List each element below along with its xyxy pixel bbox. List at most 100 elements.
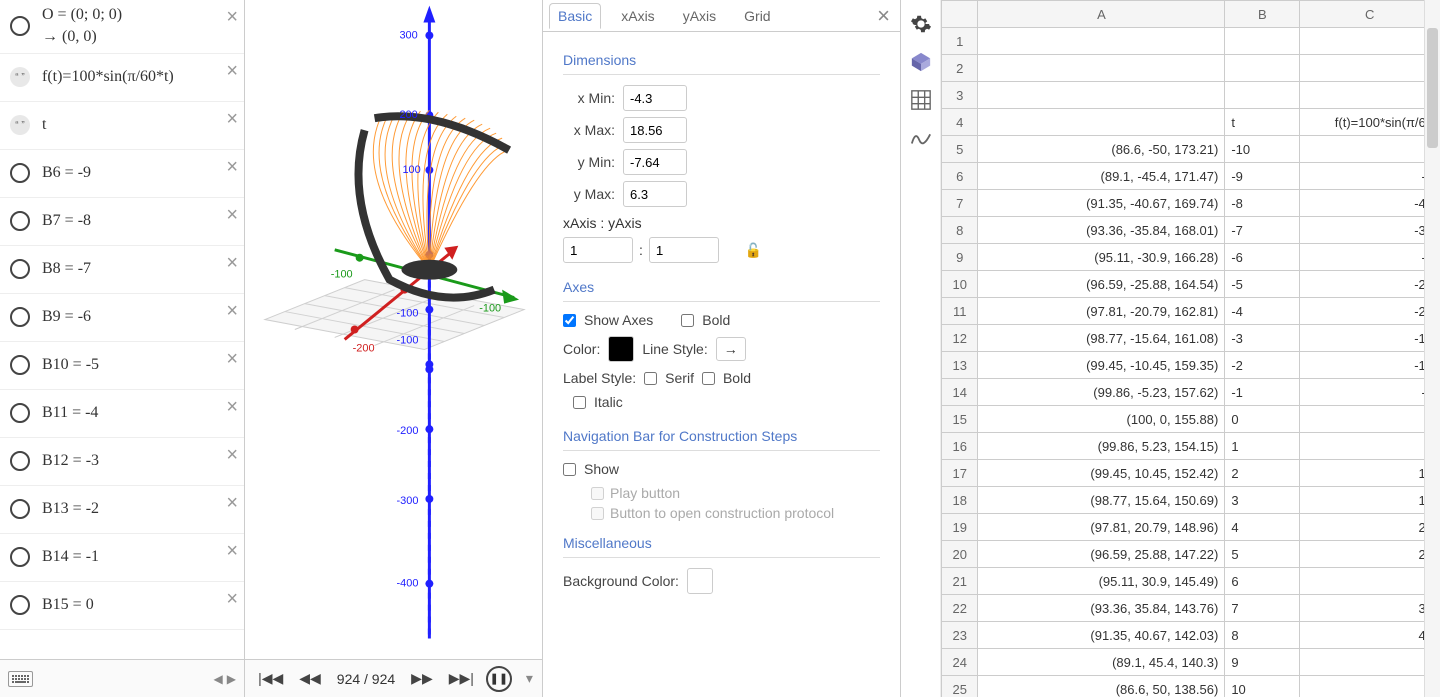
table-row[interactable]: 20(96.59, 25.88, 147.22)525 (942, 541, 1440, 568)
delete-icon[interactable]: × (226, 6, 238, 29)
nav-last-icon[interactable]: ▶▶| (445, 668, 478, 689)
delete-icon[interactable]: × (226, 156, 238, 179)
delete-icon[interactable]: × (226, 204, 238, 227)
cell[interactable]: (93.36, 35.84, 143.76) (978, 595, 1225, 622)
delete-icon[interactable]: × (226, 60, 238, 83)
algebra-item[interactable]: “ ”f(t)=100*sin(π/60*t)× (0, 54, 244, 102)
cell[interactable]: -7 (1225, 217, 1300, 244)
nav-rewind-icon[interactable]: ◀◀ (295, 668, 325, 689)
cell[interactable] (1225, 28, 1300, 55)
cell[interactable] (978, 55, 1225, 82)
col-header-b[interactable]: B (1225, 1, 1300, 28)
table-row[interactable]: 25(86.6, 50, 138.56)10 (942, 676, 1440, 697)
cell[interactable]: 40 (1300, 622, 1440, 649)
cell[interactable]: (95.11, -30.9, 166.28) (978, 244, 1225, 271)
col-header-a[interactable]: A (978, 1, 1225, 28)
cell[interactable]: 20 (1300, 514, 1440, 541)
cell[interactable]: -15 (1300, 325, 1440, 352)
row-header[interactable]: 3 (942, 82, 978, 109)
cell[interactable]: 15 (1300, 487, 1440, 514)
col-header-c[interactable]: C (1300, 1, 1440, 28)
visibility-circle-icon[interactable] (10, 403, 30, 423)
cell[interactable]: 4 (1225, 514, 1300, 541)
tab-basic[interactable]: Basic (549, 3, 601, 29)
cell[interactable]: -4 (1300, 163, 1440, 190)
table-row[interactable]: 3 (942, 82, 1440, 109)
3d-view-icon[interactable] (909, 50, 933, 74)
visibility-circle-icon[interactable] (10, 595, 30, 615)
ratio-y-input[interactable] (649, 237, 719, 263)
cell[interactable]: -1 (1225, 379, 1300, 406)
algebra-item[interactable]: B7 = -8× (0, 198, 244, 246)
row-header[interactable]: 5 (942, 136, 978, 163)
algebra-item[interactable]: B8 = -7× (0, 246, 244, 294)
table-row[interactable]: 7(91.35, -40.67, 169.74)-8-40 (942, 190, 1440, 217)
cell[interactable]: (96.59, 25.88, 147.22) (978, 541, 1225, 568)
cell[interactable] (1300, 28, 1440, 55)
cell[interactable]: (100, 0, 155.88) (978, 406, 1225, 433)
table-row[interactable]: 16(99.86, 5.23, 154.15)15 (942, 433, 1440, 460)
ratio-x-input[interactable] (563, 237, 633, 263)
table-row[interactable]: 19(97.81, 20.79, 148.96)420 (942, 514, 1440, 541)
lock-icon[interactable]: 🔓 (745, 242, 762, 259)
row-header[interactable]: 8 (942, 217, 978, 244)
cell[interactable]: 5 (1300, 433, 1440, 460)
cell[interactable]: 3 (1225, 487, 1300, 514)
spreadsheet-icon[interactable] (909, 88, 933, 112)
cell[interactable]: 10 (1225, 676, 1300, 697)
cell[interactable] (1225, 55, 1300, 82)
row-header[interactable]: 22 (942, 595, 978, 622)
xmax-input[interactable] (623, 117, 687, 143)
row-header[interactable]: 17 (942, 460, 978, 487)
cell[interactable]: -8 (1225, 190, 1300, 217)
cell[interactable]: -10 (1225, 136, 1300, 163)
spreadsheet-table[interactable]: A B C 1234tf(t)=100*sin(π/605(86.6, -50,… (941, 0, 1440, 697)
xmin-input[interactable] (623, 85, 687, 111)
table-row[interactable]: 23(91.35, 40.67, 142.03)840 (942, 622, 1440, 649)
cell[interactable]: (99.86, 5.23, 154.15) (978, 433, 1225, 460)
row-header[interactable]: 9 (942, 244, 978, 271)
tab-xaxis[interactable]: xAxis (613, 4, 662, 28)
cell[interactable]: (93.36, -35.84, 168.01) (978, 217, 1225, 244)
cell[interactable] (978, 28, 1225, 55)
delete-icon[interactable]: × (226, 300, 238, 323)
row-header[interactable]: 24 (942, 649, 978, 676)
row-header[interactable]: 12 (942, 325, 978, 352)
cell[interactable]: 3 (1300, 568, 1440, 595)
close-icon[interactable]: × (873, 3, 894, 29)
cell[interactable]: (86.6, -50, 173.21) (978, 136, 1225, 163)
nav-first-icon[interactable]: |◀◀ (254, 668, 287, 689)
cell[interactable]: (98.77, -15.64, 161.08) (978, 325, 1225, 352)
cell[interactable]: (95.11, 30.9, 145.49) (978, 568, 1225, 595)
row-header[interactable]: 10 (942, 271, 978, 298)
row-header[interactable]: 20 (942, 541, 978, 568)
cell[interactable]: 7 (1225, 595, 1300, 622)
table-row[interactable]: 13(99.45, -10.45, 159.35)-2-10 (942, 352, 1440, 379)
cell[interactable]: -6 (1225, 244, 1300, 271)
table-row[interactable]: 14(99.86, -5.23, 157.62)-1-5 (942, 379, 1440, 406)
ymax-input[interactable] (623, 181, 687, 207)
algebra-item[interactable]: “ ”t× (0, 102, 244, 150)
vertical-scrollbar[interactable] (1424, 0, 1440, 697)
table-row[interactable]: 15(100, 0, 155.88)0 (942, 406, 1440, 433)
algebra-list[interactable]: O = (0; 0; 0)→ (0, 0)×“ ”f(t)=100*sin(π/… (0, 0, 244, 659)
algebra-item[interactable]: B10 = -5× (0, 342, 244, 390)
visibility-circle-icon[interactable] (10, 16, 30, 36)
cell[interactable] (1300, 406, 1440, 433)
algebra-item[interactable]: B14 = -1× (0, 534, 244, 582)
cell[interactable]: -3 (1300, 244, 1440, 271)
table-row[interactable]: 24(89.1, 45.4, 140.3)94 (942, 649, 1440, 676)
delete-icon[interactable]: × (226, 348, 238, 371)
chevron-right-icon[interactable]: ▶ (227, 672, 236, 686)
show-axes-checkbox[interactable] (563, 314, 576, 327)
table-row[interactable]: 4tf(t)=100*sin(π/60 (942, 109, 1440, 136)
row-header[interactable]: 18 (942, 487, 978, 514)
visibility-circle-icon[interactable] (10, 355, 30, 375)
nav-forward-icon[interactable]: ▶▶ (407, 668, 437, 689)
algebra-item[interactable]: B15 = 0× (0, 582, 244, 630)
ymin-input[interactable] (623, 149, 687, 175)
table-row[interactable]: 10(96.59, -25.88, 164.54)-5-25 (942, 271, 1440, 298)
cell[interactable]: (97.81, -20.79, 162.81) (978, 298, 1225, 325)
italic-checkbox[interactable] (573, 396, 586, 409)
cell[interactable]: 2 (1225, 460, 1300, 487)
